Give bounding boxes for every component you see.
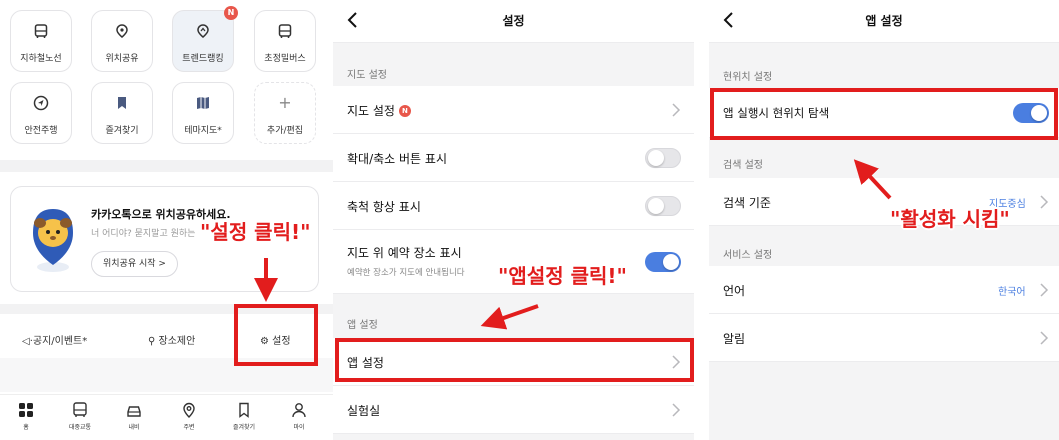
row-language[interactable]: 언어 한국어 (709, 266, 1059, 314)
row-label: 지도 설정 N (347, 102, 411, 119)
tab-favorites[interactable]: 즐겨찾기 (219, 401, 269, 431)
page-title: 앱 설정 (865, 14, 903, 28)
chevron-right-icon (1040, 283, 1049, 297)
chevron-right-icon (1040, 195, 1049, 209)
tile-label: 위치공유 (105, 54, 139, 64)
section-header-service: 서비스 설정 (723, 250, 773, 261)
section-divider (0, 160, 333, 172)
scale-always-toggle[interactable] (645, 196, 681, 216)
row-zoom-buttons[interactable]: 확대/축소 버튼 표시 (333, 134, 694, 182)
tab-label: 대중교통 (68, 424, 92, 431)
annotation-step1: "설정 클릭!" (200, 220, 311, 244)
new-badge: N (224, 6, 238, 20)
section-header-map: 지도 설정 (347, 70, 387, 81)
toggle-knob (663, 254, 679, 270)
map-icon (197, 97, 209, 109)
map-settings-label: 지도 설정 (347, 104, 395, 118)
toggle-knob (648, 150, 664, 166)
row-scale-always[interactable]: 축척 항상 표시 (333, 182, 694, 230)
pin-icon: ⚲ (148, 336, 159, 347)
tab-my[interactable]: 마이 (274, 401, 324, 431)
row-label: 축척 항상 표시 (347, 200, 421, 214)
settings-top-bar: 설정 (333, 0, 694, 43)
chevron-right-icon (672, 403, 681, 417)
bottom-tab-bar: 홈 대중교통 내비 주변 즐겨찾기 마이 (0, 394, 333, 440)
page-title: 설정 (502, 14, 525, 28)
row-lab[interactable]: 실험실 (333, 386, 694, 434)
row-value: 한국어 (998, 287, 1026, 298)
tab-navi[interactable]: 내비 (109, 401, 159, 431)
reserved-places-toggle[interactable] (645, 252, 681, 272)
row-notification[interactable]: 알림 (709, 314, 1059, 362)
chevron-right-icon (672, 103, 681, 117)
row-label: 언어 (723, 284, 746, 298)
pin-icon (183, 402, 195, 418)
tab-home[interactable]: 홈 (1, 401, 51, 431)
panel-gap (694, 0, 709, 440)
highlight-box-app-settings (335, 338, 694, 382)
location-share-icon (116, 24, 128, 38)
mascot-illustration (33, 209, 73, 272)
bookmark-icon (239, 402, 249, 418)
place-suggest-label: 장소제안 (158, 336, 196, 347)
tile-label: 초정밀버스 (264, 54, 306, 64)
row-label: 검색 기준 (723, 196, 771, 210)
tab-label: 즐겨찾기 (232, 424, 256, 431)
notice-event-link[interactable]: ◁·공지/이벤트* (22, 332, 87, 347)
bus-icon (278, 24, 292, 38)
place-suggest-link[interactable]: ⚲ 장소제안 (148, 332, 195, 347)
row-map-settings[interactable]: 지도 설정 N (333, 86, 694, 134)
annotation-step2: "앱설정 클릭!" (498, 264, 627, 288)
annotation-step3: "활성화 시킴" (890, 207, 1010, 231)
toggle-knob (648, 198, 664, 214)
navigation-arrow-icon (33, 95, 49, 111)
tile-safe-driving[interactable]: 안전주행 (10, 82, 72, 144)
new-badge: N (398, 105, 411, 117)
tile-label: 트렌드랭킹 (182, 54, 224, 64)
notice-event-label: 공지/이벤트* (32, 336, 88, 347)
tile-theme-map[interactable]: 테마지도* (172, 82, 234, 144)
tile-favorites[interactable]: 즐겨찾기 (91, 82, 153, 144)
car-icon (127, 406, 141, 417)
row-label: 지도 위 예약 장소 표시 (347, 246, 462, 260)
tab-label: 홈 (23, 424, 29, 431)
tab-label: 내비 (128, 424, 140, 431)
megaphone-icon: ◁· (22, 336, 33, 347)
tab-label: 마이 (293, 424, 305, 431)
tab-nearby[interactable]: 주변 (164, 401, 214, 431)
tile-location-share[interactable]: 위치공유 (91, 10, 153, 72)
app-settings-top-bar: 앱 설정 (709, 0, 1059, 43)
trend-ranking-icon (197, 24, 209, 38)
tile-add-edit[interactable]: + 추가/편집 (254, 82, 316, 144)
tile-label: 테마지도* (184, 126, 222, 136)
tile-label: 추가/편집 (266, 126, 304, 136)
highlight-box-settings (234, 304, 318, 366)
tab-label: 주변 (183, 424, 195, 431)
person-icon (292, 403, 306, 418)
card-subtitle: 너 어디야? 묻지말고 원하는 (91, 229, 196, 239)
tile-label: 안전주행 (24, 126, 58, 136)
zoom-buttons-toggle[interactable] (645, 148, 681, 168)
section-header-app: 앱 설정 (347, 320, 378, 331)
tile-label: 즐겨찾기 (105, 126, 139, 136)
home-icon (19, 403, 33, 417)
chevron-right-icon (1040, 331, 1049, 345)
section-header-location: 현위치 설정 (723, 72, 773, 83)
tile-label: 지하철노선 (20, 54, 62, 64)
section-header-search: 검색 설정 (723, 160, 763, 171)
bookmark-icon (118, 97, 126, 109)
row-label: 실험실 (347, 404, 381, 418)
bus-icon (34, 24, 48, 38)
tile-trend-ranking[interactable]: 트렌드랭킹 (172, 10, 234, 72)
highlight-box-location-search (710, 88, 1058, 140)
tile-subway[interactable]: 지하철노선 (10, 10, 72, 72)
tab-transit[interactable]: 대중교통 (55, 401, 105, 431)
start-location-share-button[interactable]: 위치공유 시작 > (91, 251, 178, 277)
plus-icon: + (278, 93, 292, 112)
row-sublabel: 예약한 장소가 지도에 안내됩니다 (347, 268, 465, 278)
transit-icon (73, 402, 87, 417)
row-label: 확대/축소 버튼 표시 (347, 152, 447, 166)
tile-precision-bus[interactable]: 초정밀버스 (254, 10, 316, 72)
row-label: 알림 (723, 332, 746, 346)
